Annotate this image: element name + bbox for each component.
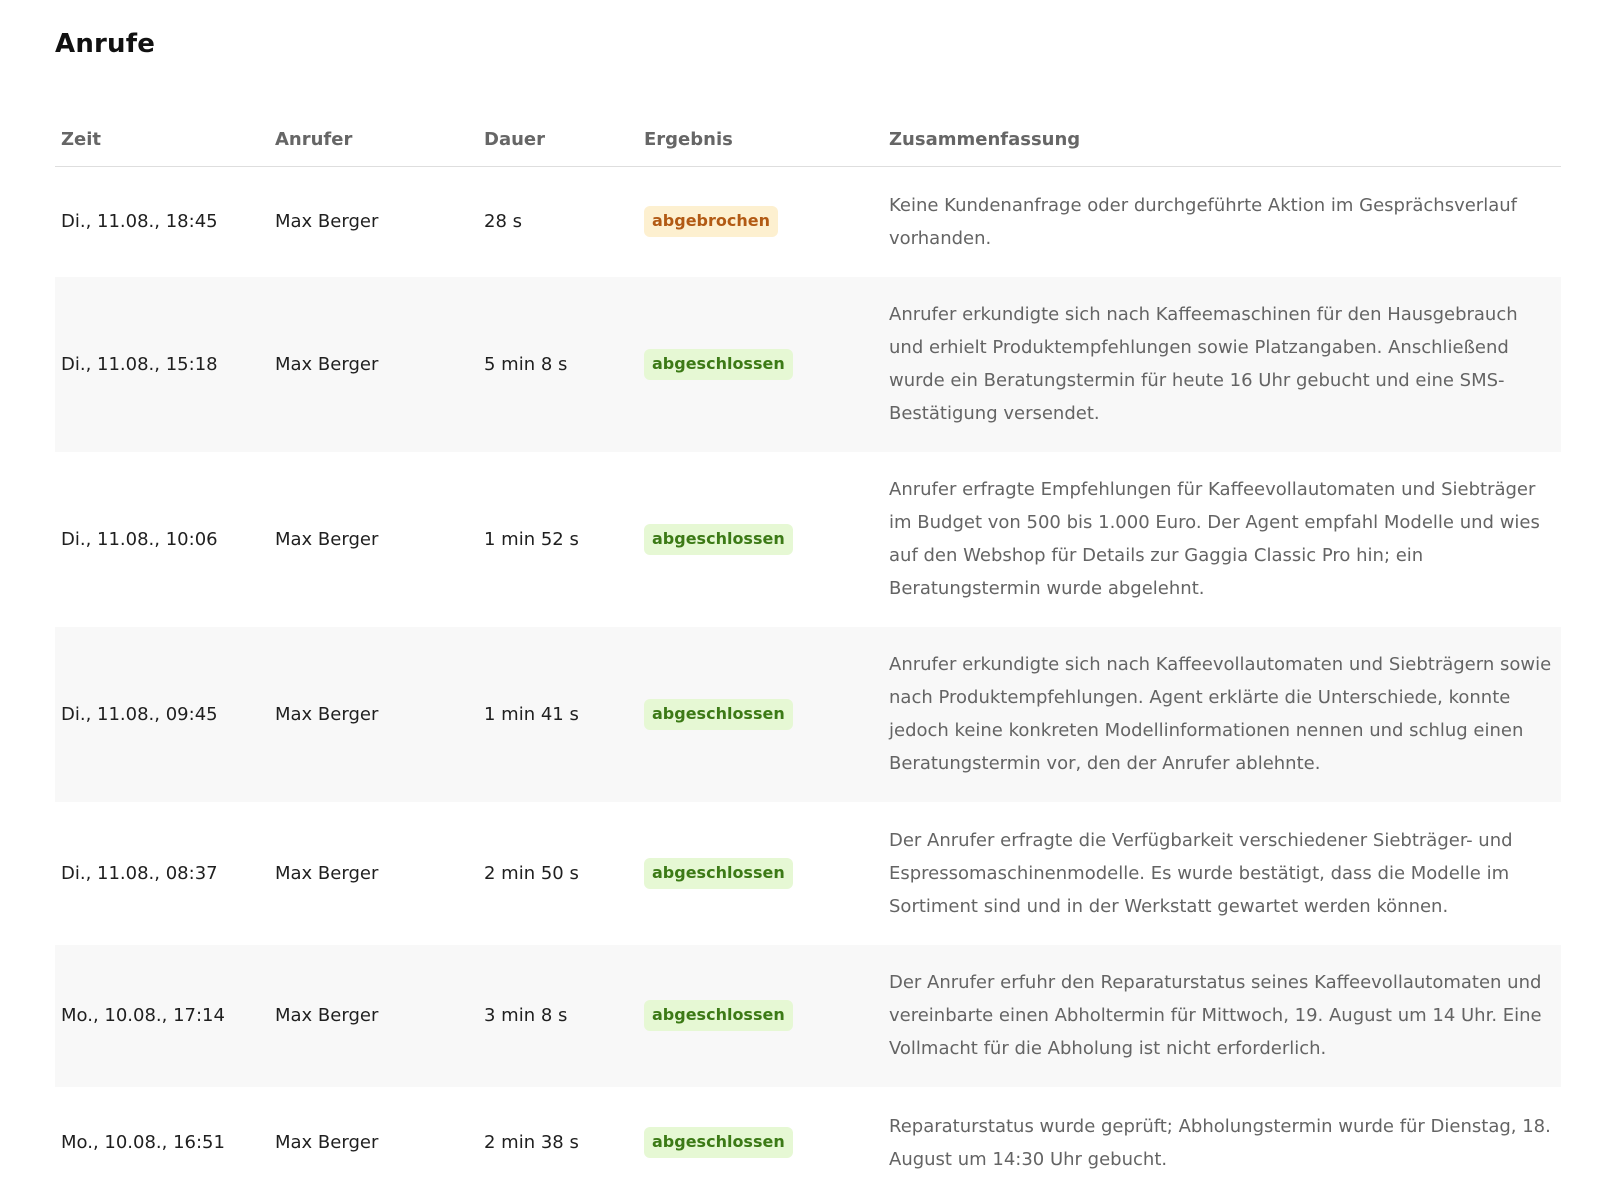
table-header: Zeit Anrufer Dauer Ergebnis Zusammenfass… — [55, 112, 1561, 167]
cell-zeit: Mo., 10.08., 17:14 — [55, 944, 269, 1087]
status-badge: abgeschlossen — [644, 348, 793, 380]
page-title: Anrufe — [55, 29, 156, 59]
cell-ergebnis: abgebrochen — [638, 167, 883, 277]
table-body: Di., 11.08., 18:45 Max Berger 28 s abgeb… — [55, 167, 1561, 1199]
cell-dauer: 2 min 50 s — [484, 862, 579, 884]
calls-table: Zeit Anrufer Dauer Ergebnis Zusammenfass… — [55, 112, 1561, 1199]
column-header-zeit[interactable]: Zeit — [55, 112, 269, 167]
cell-dauer: 3 min 8 s — [478, 944, 638, 1087]
cell-dauer: 28 s — [484, 211, 523, 233]
cell-zeit: Mo., 10.08., 16:51 — [61, 1132, 225, 1153]
table-row[interactable]: Mo., 10.08., 16:51 Max Berger 2 min 38 s… — [55, 1087, 1561, 1199]
cell-zeit: Di., 11.08., 18:45 — [61, 211, 218, 233]
cell-zusammenfassung: Der Anrufer erfragte die Verfügbarkeit v… — [889, 829, 1513, 917]
cell-ergebnis: abgeschlossen — [638, 626, 883, 802]
table-row[interactable]: Mo., 10.08., 17:14 Max Berger 3 min 8 s … — [55, 944, 1561, 1087]
cell-zeit: Di., 11.08., 09:45 — [55, 626, 269, 802]
table-row[interactable]: Di., 11.08., 18:45 Max Berger 28 s abgeb… — [55, 167, 1561, 277]
status-badge: abgeschlossen — [644, 523, 793, 555]
cell-anrufer: Max Berger — [275, 211, 379, 233]
cell-zusammenfassung: Keine Kundenanfrage oder durchgeführte A… — [889, 194, 1517, 249]
status-badge: abgeschlossen — [644, 857, 793, 889]
cell-zeit: Di., 11.08., 08:37 — [61, 862, 218, 884]
cell-anrufer: Max Berger — [269, 626, 478, 802]
table-row[interactable]: Di., 11.08., 08:37 Max Berger 2 min 50 s… — [55, 802, 1561, 945]
cell-zeit: Di., 11.08., 10:06 — [61, 528, 218, 550]
cell-ergebnis: abgeschlossen — [638, 1087, 883, 1199]
cell-anrufer: Max Berger — [269, 276, 478, 452]
column-header-anrufer[interactable]: Anrufer — [269, 112, 478, 167]
cell-zusammenfassung: Anrufer erkundigte sich nach Kaffeevolla… — [883, 626, 1561, 802]
cell-dauer: 2 min 38 s — [484, 1132, 579, 1153]
cell-zusammenfassung: Reparaturstatus wurde geprüft; Abholungs… — [889, 1115, 1551, 1170]
cell-dauer: 5 min 8 s — [478, 276, 638, 452]
cell-anrufer: Max Berger — [269, 944, 478, 1087]
status-badge: abgebrochen — [644, 206, 779, 238]
calls-page: Anrufe Zeit Anrufer Dauer Ergebnis Zusam… — [0, 0, 1600, 1187]
column-header-zusammenfassung[interactable]: Zusammenfassung — [883, 112, 1561, 167]
cell-anrufer: Max Berger — [275, 528, 379, 550]
column-header-ergebnis[interactable]: Ergebnis — [638, 112, 883, 167]
cell-zusammenfassung: Der Anrufer erfuhr den Reparaturstatus s… — [883, 944, 1561, 1087]
cell-zeit: Di., 11.08., 15:18 — [55, 276, 269, 452]
cell-zusammenfassung: Anrufer erfragte Empfehlungen für Kaffee… — [889, 479, 1540, 599]
status-badge: abgeschlossen — [644, 1127, 793, 1158]
cell-ergebnis: abgeschlossen — [638, 802, 883, 945]
table-row[interactable]: Di., 11.08., 15:18 Max Berger 5 min 8 s … — [55, 276, 1561, 452]
cell-ergebnis: abgeschlossen — [638, 452, 883, 627]
cell-dauer: 1 min 52 s — [484, 528, 579, 550]
cell-zusammenfassung: Anrufer erkundigte sich nach Kaffeemasch… — [883, 276, 1561, 452]
table-row[interactable]: Di., 11.08., 10:06 Max Berger 1 min 52 s… — [55, 452, 1561, 627]
column-header-dauer[interactable]: Dauer — [478, 112, 638, 167]
status-badge: abgeschlossen — [644, 698, 793, 730]
status-badge: abgeschlossen — [644, 1000, 793, 1031]
table-header-row: Zeit Anrufer Dauer Ergebnis Zusammenfass… — [55, 112, 1561, 167]
cell-anrufer: Max Berger — [275, 1132, 379, 1153]
cell-dauer: 1 min 41 s — [478, 626, 638, 802]
cell-anrufer: Max Berger — [275, 862, 379, 884]
table-row[interactable]: Di., 11.08., 09:45 Max Berger 1 min 41 s… — [55, 626, 1561, 802]
cell-ergebnis: abgeschlossen — [638, 276, 883, 452]
cell-ergebnis: abgeschlossen — [638, 944, 883, 1087]
